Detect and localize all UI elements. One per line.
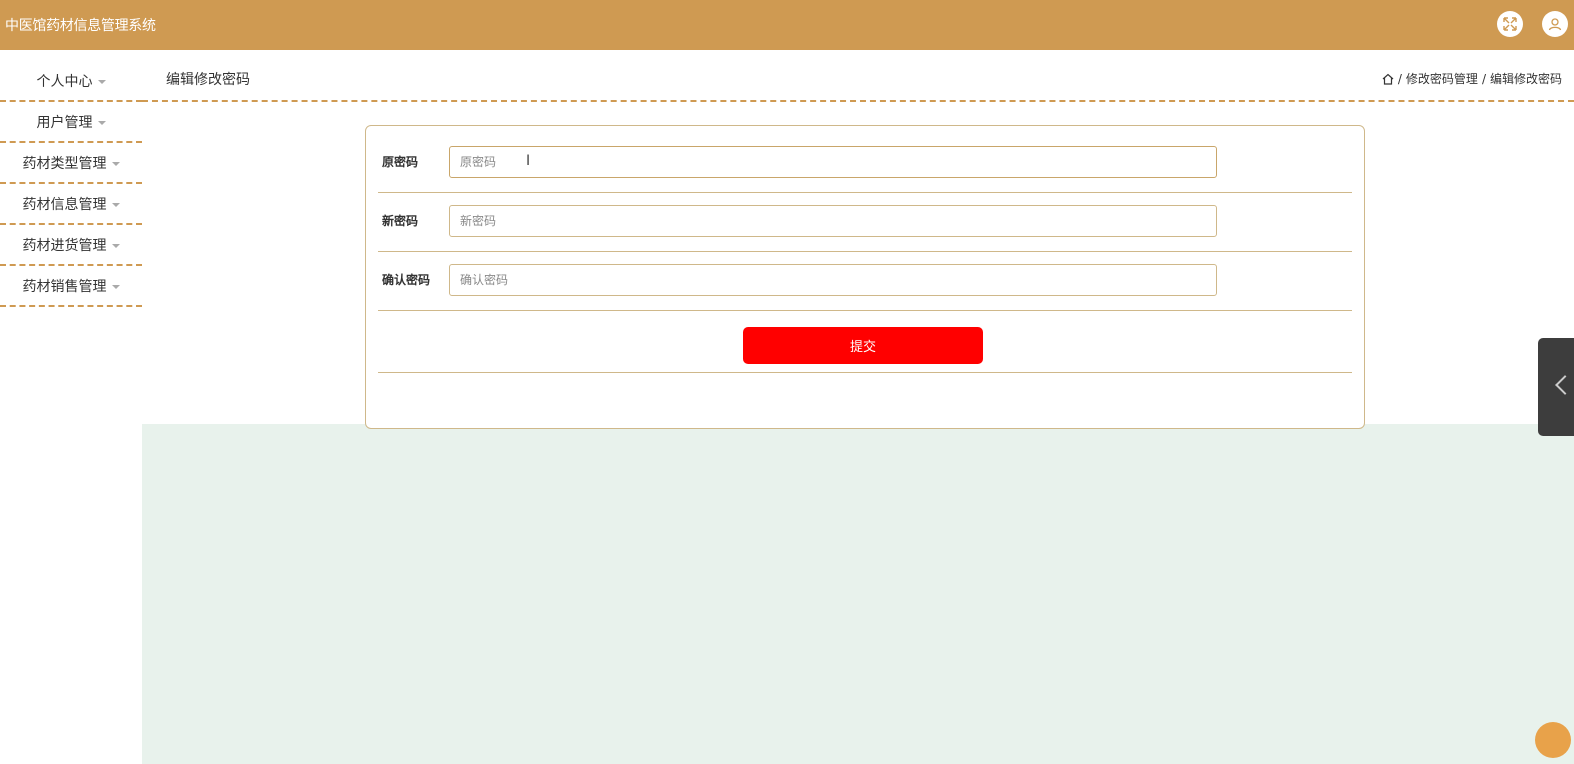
- content-header: 编辑修改密码 / 修改密码管理 / 编辑修改密码: [142, 52, 1574, 102]
- form-row-old-password: 原密码: [378, 133, 1352, 193]
- old-password-input[interactable]: [449, 146, 1217, 178]
- breadcrumb-item-current: 编辑修改密码: [1489, 72, 1562, 86]
- main-background: [142, 424, 1574, 764]
- text-cursor-icon: I: [526, 153, 531, 169]
- submit-button[interactable]: 提交: [743, 327, 983, 364]
- sidebar-item-herb-type-management[interactable]: 药材类型管理: [0, 144, 142, 184]
- new-password-label: 新密码: [382, 214, 419, 228]
- sidebar-item-label: 个人中心: [36, 74, 93, 90]
- fullscreen-icon: [1503, 17, 1517, 31]
- form-row-confirm-password: 确认密码: [378, 251, 1352, 311]
- chevron-left-icon: [1555, 375, 1574, 395]
- page-title: 编辑修改密码: [166, 72, 250, 88]
- sidebar-item-herb-purchase-management[interactable]: 药材进货管理: [0, 226, 142, 266]
- user-icon: [1548, 18, 1562, 31]
- sidebar-item-herb-info-management[interactable]: 药材信息管理: [0, 185, 142, 225]
- sidebar-item-label: 用户管理: [36, 115, 93, 131]
- caret-down-icon: [97, 121, 106, 125]
- floating-widget[interactable]: [1535, 722, 1571, 758]
- breadcrumb-item-password-management[interactable]: 修改密码管理: [1406, 70, 1478, 87]
- sidebar-item-herb-sales-management[interactable]: 药材销售管理: [0, 267, 142, 307]
- home-icon[interactable]: [1382, 73, 1394, 85]
- breadcrumb: / 修改密码管理 / 编辑修改密码: [1382, 70, 1562, 87]
- confirm-password-input[interactable]: [449, 264, 1217, 296]
- user-button[interactable]: [1542, 11, 1568, 37]
- caret-down-icon: [111, 162, 120, 166]
- sidebar: 个人中心 用户管理 药材类型管理 药材信息管理 药材进货管理 药材销售管理: [0, 62, 142, 308]
- sidebar-item-label: 药材类型管理: [22, 156, 107, 172]
- caret-down-icon: [111, 285, 120, 289]
- form-row-new-password: 新密码: [378, 192, 1352, 252]
- caret-down-icon: [97, 80, 106, 84]
- app-title: 中医馆药材信息管理系统: [5, 18, 156, 34]
- top-bar: 中医馆药材信息管理系统: [0, 0, 1574, 50]
- breadcrumb-separator: /: [1397, 71, 1402, 86]
- caret-down-icon: [111, 244, 120, 248]
- breadcrumb-separator: /: [1481, 71, 1486, 86]
- confirm-password-label: 确认密码: [382, 273, 431, 287]
- new-password-input[interactable]: [449, 205, 1217, 237]
- sidebar-item-label: 药材销售管理: [22, 279, 107, 295]
- fullscreen-button[interactable]: [1497, 11, 1523, 37]
- sidebar-item-label: 药材进货管理: [22, 238, 107, 254]
- sidebar-item-label: 药材信息管理: [22, 197, 107, 213]
- password-form: 原密码 新密码 确认密码 提交: [365, 125, 1365, 429]
- old-password-label: 原密码: [382, 155, 419, 169]
- sidebar-item-user-management[interactable]: 用户管理: [0, 103, 142, 143]
- sidebar-item-personal-center[interactable]: 个人中心: [0, 62, 142, 102]
- side-panel-toggle[interactable]: [1538, 338, 1574, 436]
- caret-down-icon: [111, 203, 120, 207]
